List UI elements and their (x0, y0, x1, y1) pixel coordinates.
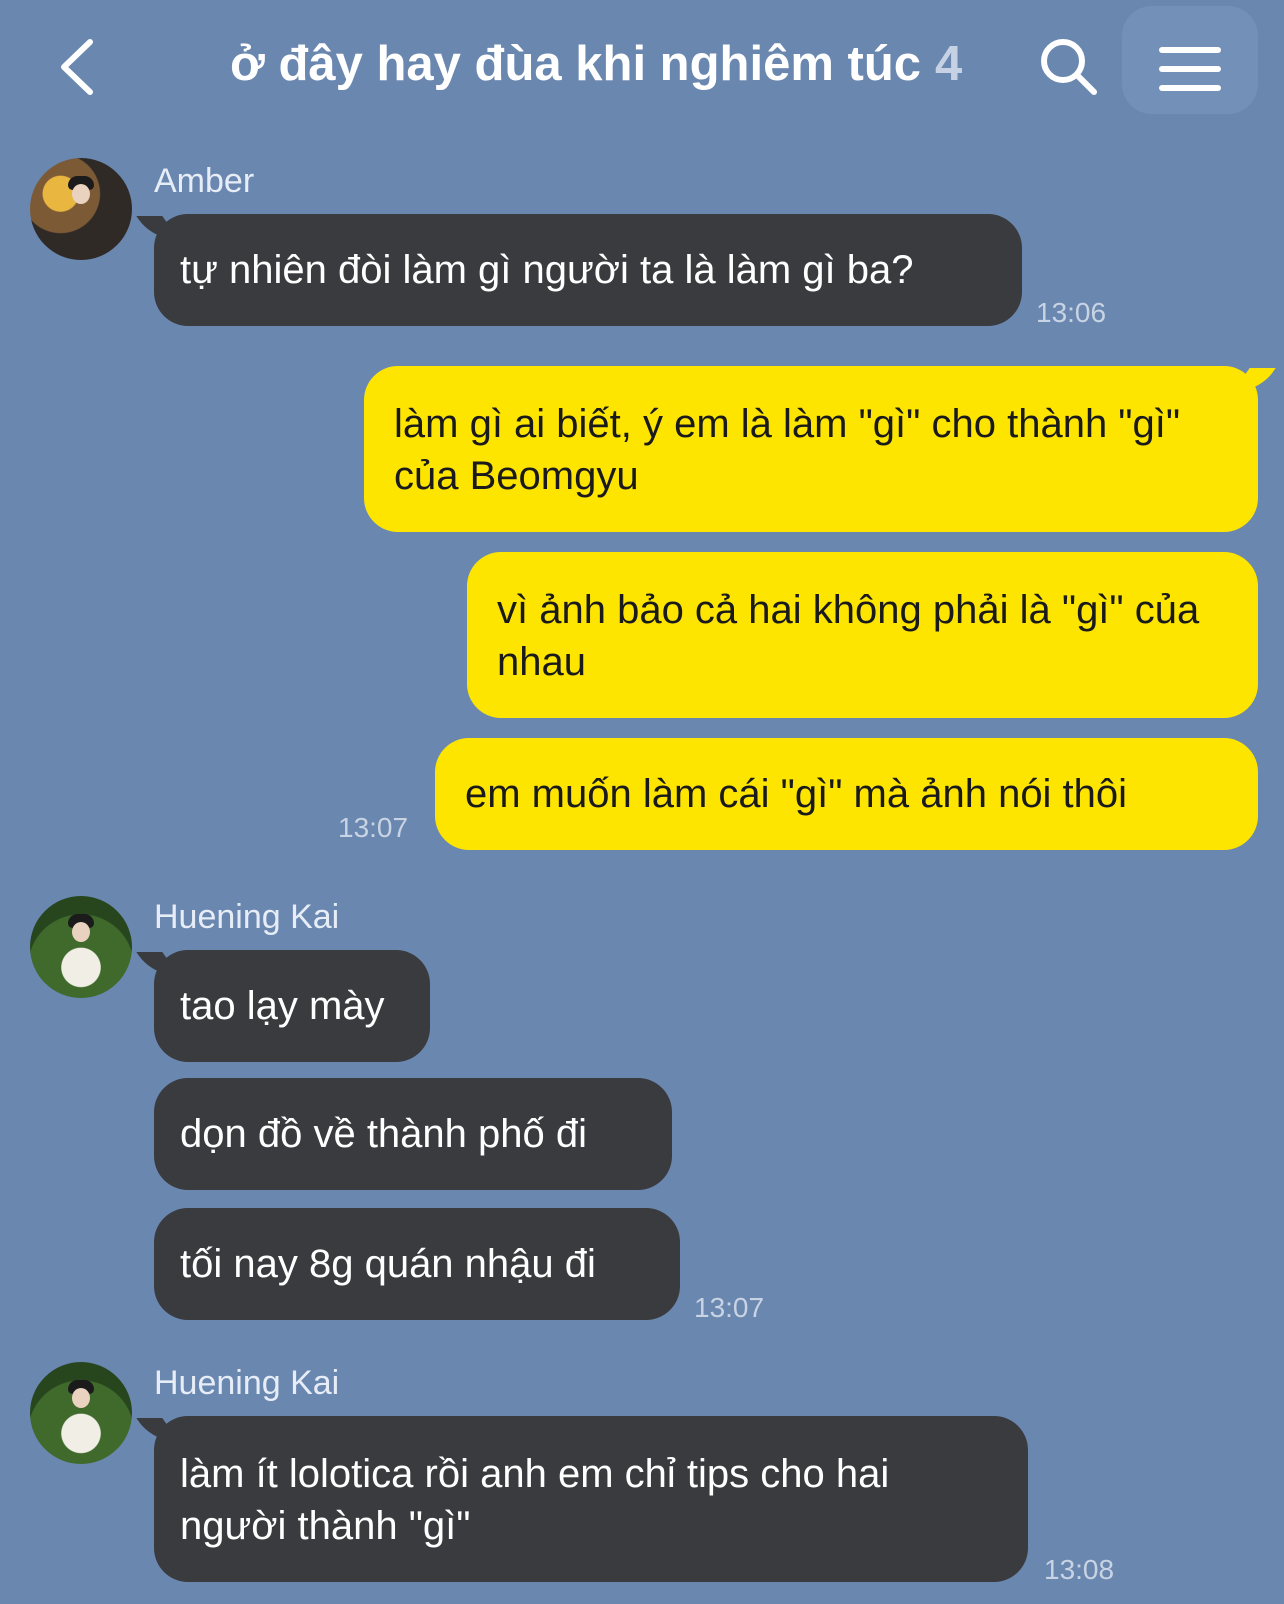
message-text: vì ảnh bảo cả hai không phải là "gì" của… (497, 588, 1200, 684)
sender-name: Huening Kai (154, 1364, 340, 1402)
message-text: em muốn làm cái "gì" mà ảnh nói thôi (465, 772, 1128, 816)
chat-title: ở đây hay đùa khi nghiêm túc 4 (230, 36, 962, 92)
avatar-huening-kai[interactable] (30, 1362, 132, 1464)
message-time: 13:06 (1036, 297, 1107, 328)
avatar-face (72, 1388, 90, 1408)
sender-name: Huening Kai (154, 898, 340, 936)
search-button[interactable] (1036, 34, 1100, 98)
message-text: tao lạy mày (180, 984, 385, 1028)
back-button[interactable] (52, 32, 112, 102)
message-bubble-incoming[interactable]: dọn đồ về thành phố đi (154, 1078, 672, 1190)
avatar-face (72, 184, 90, 204)
avatar-huening-kai[interactable] (30, 896, 132, 998)
message-bubble-incoming[interactable]: làm ít lolotica rồi anh em chỉ tips cho … (154, 1416, 1028, 1582)
message-time: 13:07 (694, 1292, 765, 1323)
message-bubble-outgoing[interactable]: vì ảnh bảo cả hai không phải là "gì" của… (467, 552, 1258, 718)
chevron-left-icon (61, 39, 93, 95)
message-time: 13:08 (1044, 1554, 1115, 1585)
message-text: tự nhiên đòi làm gì người ta là làm gì b… (180, 248, 914, 292)
message-text: làm gì ai biết, ý em là làm "gì" cho thà… (394, 402, 1181, 498)
message-bubble-outgoing[interactable]: làm gì ai biết, ý em là làm "gì" cho thà… (364, 366, 1258, 532)
avatar-amber[interactable] (30, 158, 132, 260)
message-text: làm ít lolotica rồi anh em chỉ tips cho … (180, 1452, 890, 1548)
message-bubble-incoming[interactable]: tự nhiên đòi làm gì người ta là làm gì b… (154, 214, 1022, 326)
member-count: 4 (935, 37, 963, 91)
message-bubble-outgoing[interactable]: em muốn làm cái "gì" mà ảnh nói thôi (435, 738, 1258, 850)
chat-title-text: ở đây hay đùa khi nghiêm túc (230, 37, 922, 91)
sender-name: Amber (154, 162, 255, 200)
message-text: dọn đồ về thành phố đi (180, 1112, 588, 1156)
chat-header: ở đây hay đùa khi nghiêm túc 4 (0, 0, 1284, 130)
message-bubble-incoming[interactable]: tối nay 8g quán nhậu đi (154, 1208, 680, 1320)
search-icon (1041, 39, 1097, 95)
message-text: tối nay 8g quán nhậu đi (180, 1242, 596, 1286)
message-bubble-incoming[interactable]: tao lạy mày (154, 950, 430, 1062)
message-time: 13:07 (338, 812, 409, 843)
menu-button[interactable] (1122, 6, 1258, 114)
avatar-face (72, 922, 90, 942)
hamburger-menu-icon (1159, 47, 1221, 91)
